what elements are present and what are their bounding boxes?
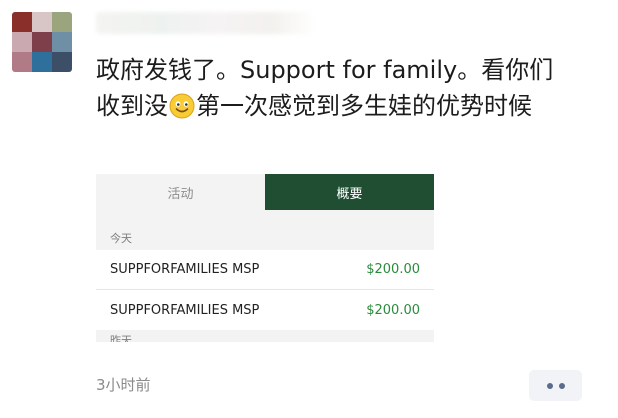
transaction-amount: $200.00 xyxy=(366,302,420,318)
transaction-list: SUPPFORFAMILIES MSP $200.00 SUPPFORFAMIL… xyxy=(96,250,434,330)
more-options-button[interactable] xyxy=(529,370,582,401)
avatar-tile xyxy=(12,52,32,72)
avatar-tile xyxy=(12,12,32,32)
bank-app-screenshot[interactable]: 活动 概要 今天 SUPPFORFAMILIES MSP $200.00 SUP… xyxy=(96,174,434,342)
tab-summary: 概要 xyxy=(265,174,434,210)
avatar-tile xyxy=(52,52,72,72)
post-text: 政府发钱了。Support for family。看你们收到没 第一次感觉到多生… xyxy=(96,52,566,124)
avatar-tile xyxy=(52,32,72,52)
section-label-yesterday: 昨天 xyxy=(110,334,132,342)
transaction-amount: $200.00 xyxy=(366,262,420,277)
dot-icon xyxy=(546,382,553,389)
section-label-today: 今天 xyxy=(110,232,132,245)
avatar-tile xyxy=(32,12,52,32)
transaction-name: SUPPFORFAMILIES MSP xyxy=(110,302,260,318)
transaction-row: SUPPFORFAMILIES MSP $200.00 xyxy=(96,290,434,330)
post-timestamp: 3小时前 xyxy=(96,376,151,394)
avatar-tile xyxy=(32,32,52,52)
smile-emoji-icon xyxy=(169,93,195,119)
dot-icon xyxy=(558,382,565,389)
bank-tabs: 活动 概要 xyxy=(96,174,434,210)
tab-activity: 活动 xyxy=(96,174,265,210)
avatar[interactable] xyxy=(12,12,72,72)
transaction-row: SUPPFORFAMILIES MSP $200.00 xyxy=(96,250,434,290)
post-text-part2: 第一次感觉到多生娃的优势时候 xyxy=(196,92,532,120)
avatar-tile xyxy=(32,52,52,72)
avatar-tile xyxy=(12,32,32,52)
avatar-tile xyxy=(52,12,72,32)
transaction-name: SUPPFORFAMILIES MSP xyxy=(110,262,260,277)
username-blurred[interactable] xyxy=(96,12,316,34)
